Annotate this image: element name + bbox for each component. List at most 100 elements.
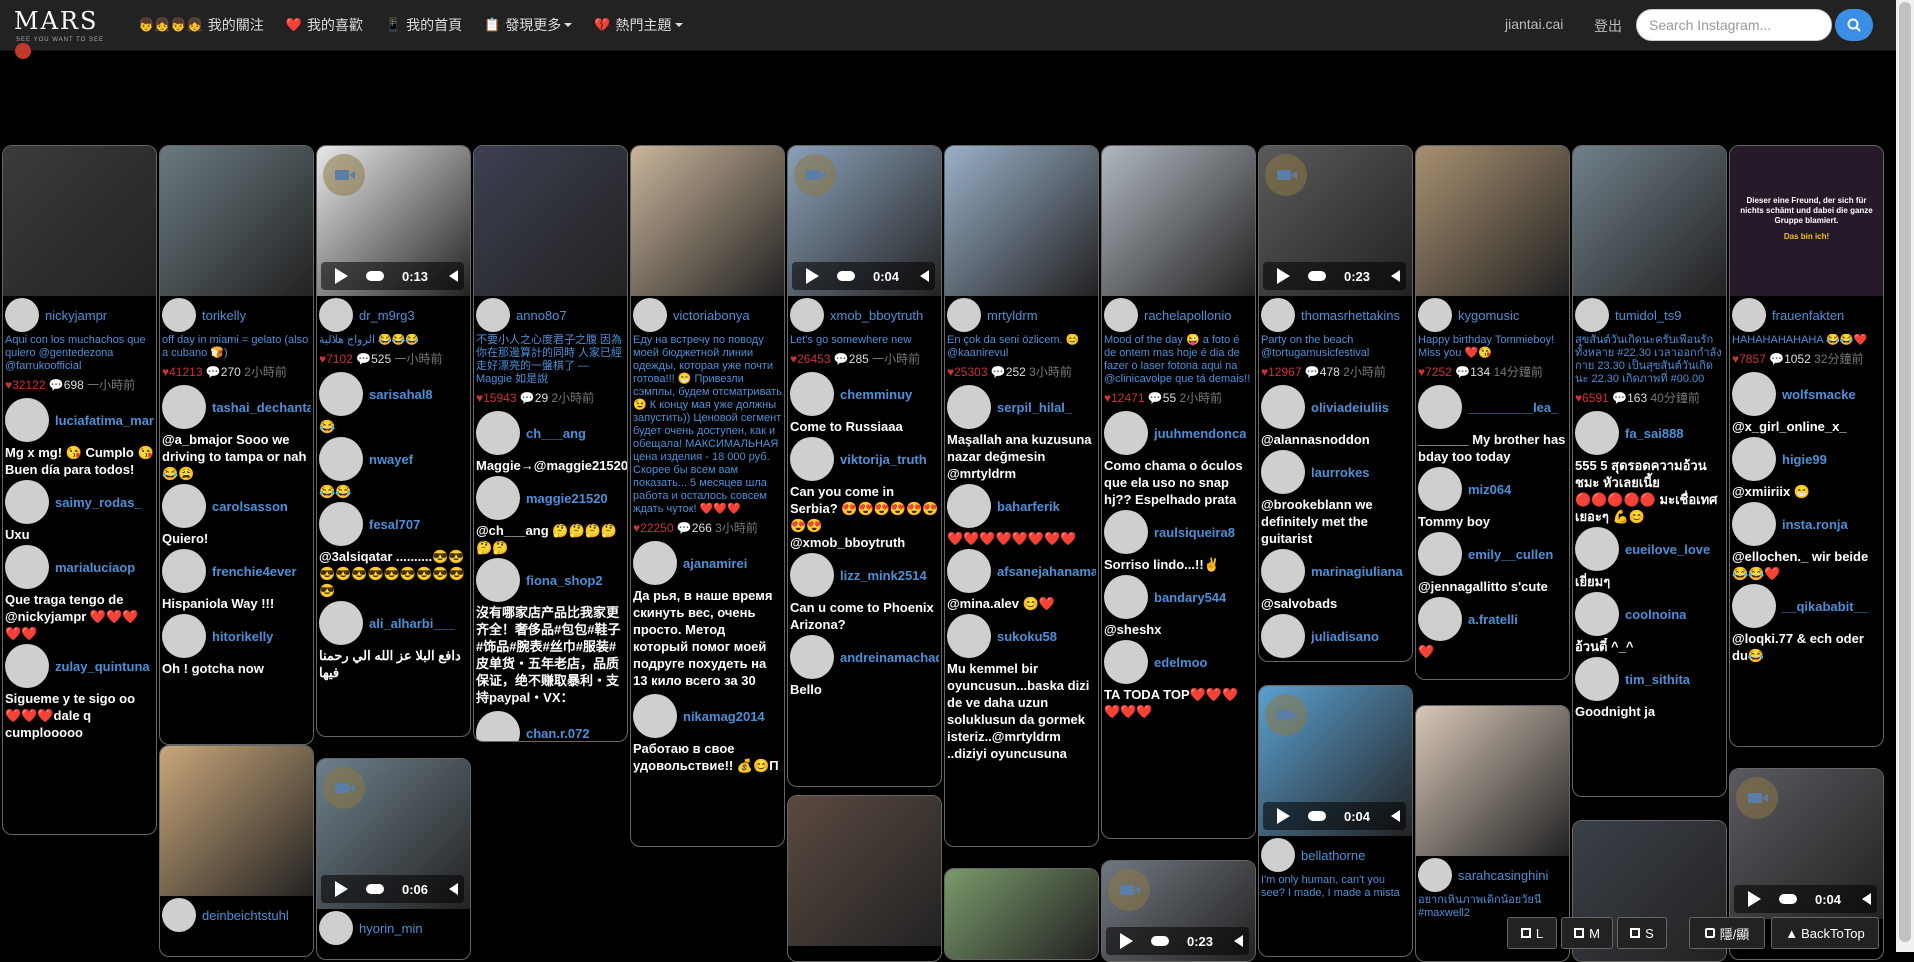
commenter-avatar[interactable] [1104, 575, 1148, 619]
commenter-avatar[interactable] [1418, 467, 1462, 511]
commenter-username[interactable]: juliadisano [1311, 629, 1379, 644]
post-media[interactable] [160, 746, 313, 896]
commenter-username[interactable]: laurrokes [1311, 465, 1370, 480]
commenter-avatar[interactable] [790, 437, 834, 481]
post-media[interactable] [1573, 146, 1726, 296]
avatar[interactable] [1261, 298, 1295, 332]
commenter-avatar[interactable] [5, 398, 49, 442]
progress-knob[interactable] [366, 271, 384, 281]
commenter-username[interactable]: marialuciaop [55, 560, 135, 575]
commenter-username[interactable]: luciafatima_martinez [55, 413, 154, 428]
commenter-avatar[interactable] [633, 694, 677, 738]
commenter-avatar[interactable] [476, 558, 520, 602]
post-media[interactable]: 0:04 [1259, 686, 1412, 836]
logout-link[interactable]: 登出 [1594, 16, 1622, 36]
progress-knob[interactable] [1779, 894, 1797, 904]
poster-username[interactable]: frauenfakten [1772, 308, 1844, 323]
commenter-avatar[interactable] [947, 385, 991, 429]
commenter-username[interactable]: bandary544 [1154, 590, 1226, 605]
commenter-username[interactable]: wolfsmacke [1782, 387, 1856, 402]
post-media[interactable]: 0:13 [317, 146, 470, 296]
poster-username[interactable]: bellathorne [1301, 848, 1365, 863]
logo[interactable]: MARS SEE YOU WANT TO SEE [14, 5, 114, 59]
post-media[interactable]: 0:23 [1259, 146, 1412, 296]
play-icon[interactable] [335, 881, 348, 897]
commenter-username[interactable]: afsanejahanama [997, 564, 1096, 579]
poster-username[interactable]: victoriabonya [673, 308, 750, 323]
commenter-username[interactable]: tashai_dechanta [212, 400, 311, 415]
nav-home[interactable]: 📱 我的首頁 [385, 15, 462, 35]
post-media[interactable] [788, 796, 941, 946]
commenter-avatar[interactable] [162, 385, 206, 429]
volume-icon[interactable] [449, 270, 458, 282]
commenter-username[interactable]: ajanamirei [683, 556, 747, 571]
commenter-avatar[interactable] [1104, 510, 1148, 554]
play-icon[interactable] [335, 268, 348, 284]
volume-icon[interactable] [449, 883, 458, 895]
commenter-avatar[interactable] [1261, 450, 1305, 494]
commenter-username[interactable]: andreinamachado2015 [840, 650, 939, 665]
commenter-username[interactable]: frenchie4ever [212, 564, 297, 579]
commenter-avatar[interactable] [1732, 584, 1776, 628]
commenter-username[interactable]: fiona_shop2 [526, 573, 603, 588]
post-card[interactable]: Dieser eine Freund, der sich für nichts … [1729, 145, 1884, 747]
commenter-username[interactable]: ali_alharbi___ [369, 616, 455, 631]
avatar[interactable] [1418, 858, 1452, 892]
search-input[interactable] [1636, 9, 1832, 41]
commenter-avatar[interactable] [1261, 549, 1305, 593]
play-icon[interactable] [1277, 808, 1290, 824]
commenter-avatar[interactable] [1575, 657, 1619, 701]
layout-small-button[interactable]: S [1617, 917, 1667, 949]
commenter-avatar[interactable] [790, 553, 834, 597]
post-card[interactable]: mrtyldrm En çok da seni özlicem. 😊 @kaani… [944, 145, 1099, 847]
progress-knob[interactable] [837, 271, 855, 281]
post-card[interactable]: tumidol_ts9 สุขสันต์วันเกิดนะครับเพื่อนรั… [1572, 145, 1727, 797]
video-controls[interactable]: 0:06 [321, 875, 464, 903]
commenter-avatar[interactable] [1261, 614, 1305, 658]
commenter-username[interactable]: zulay_quintuna [55, 659, 150, 674]
commenter-username[interactable]: eueilove_love [1625, 542, 1710, 557]
post-card[interactable]: rachelapollonio Mood of the day 😜 a foto … [1101, 145, 1256, 839]
nav-likes[interactable]: ❤️ 我的喜歡 [286, 15, 363, 35]
commenter-username[interactable]: sarisahal8 [369, 387, 433, 402]
video-controls[interactable]: 0:04 [1263, 802, 1406, 830]
layout-medium-button[interactable]: M [1561, 917, 1613, 949]
commenter-avatar[interactable] [476, 476, 520, 520]
commenter-username[interactable]: juuhmendonca [1154, 426, 1246, 441]
commenter-avatar[interactable] [476, 711, 520, 741]
avatar[interactable] [1261, 838, 1295, 872]
post-media[interactable] [160, 146, 313, 296]
commenter-username[interactable]: coolnoina [1625, 607, 1686, 622]
post-media[interactable] [945, 869, 1098, 959]
commenter-username[interactable]: maggie21520 [526, 491, 608, 506]
commenter-avatar[interactable] [1418, 532, 1462, 576]
commenter-avatar[interactable] [162, 549, 206, 593]
username-link[interactable]: jiantai.cai [1505, 16, 1563, 32]
commenter-username[interactable]: sukoku58 [997, 629, 1057, 644]
commenter-avatar[interactable] [1732, 437, 1776, 481]
commenter-avatar[interactable] [319, 372, 363, 416]
post-media[interactable]: 0:04 [1730, 769, 1883, 919]
poster-username[interactable]: mrtyldrm [987, 308, 1038, 323]
commenter-username[interactable]: oliviadeiuliis [1311, 400, 1389, 415]
play-icon[interactable] [806, 268, 819, 284]
poster-username[interactable]: sarahcasinghini [1458, 868, 1548, 883]
post-card[interactable]: kygomusic Happy birthday Tommieboy! Miss … [1415, 145, 1570, 680]
poster-username[interactable]: nickyjampr [45, 308, 107, 323]
volume-icon[interactable] [920, 270, 929, 282]
post-card[interactable]: nickyjampr Aqui con los muchachos que qui… [2, 145, 157, 835]
commenter-username[interactable]: saimy_rodas_ [55, 495, 142, 510]
avatar[interactable] [1418, 298, 1452, 332]
post-media[interactable] [474, 146, 627, 296]
avatar[interactable] [476, 298, 510, 332]
commenter-avatar[interactable] [1104, 640, 1148, 684]
volume-icon[interactable] [1391, 270, 1400, 282]
commenter-username[interactable]: edelmoo [1154, 655, 1207, 670]
poster-username[interactable]: deinbeichtstuhl [202, 908, 289, 923]
commenter-username[interactable]: __qikababit__ [1782, 599, 1868, 614]
commenter-avatar[interactable] [1575, 592, 1619, 636]
commenter-avatar[interactable] [1732, 502, 1776, 546]
commenter-avatar[interactable] [1575, 411, 1619, 455]
commenter-avatar[interactable] [947, 484, 991, 528]
avatar[interactable] [633, 298, 667, 332]
